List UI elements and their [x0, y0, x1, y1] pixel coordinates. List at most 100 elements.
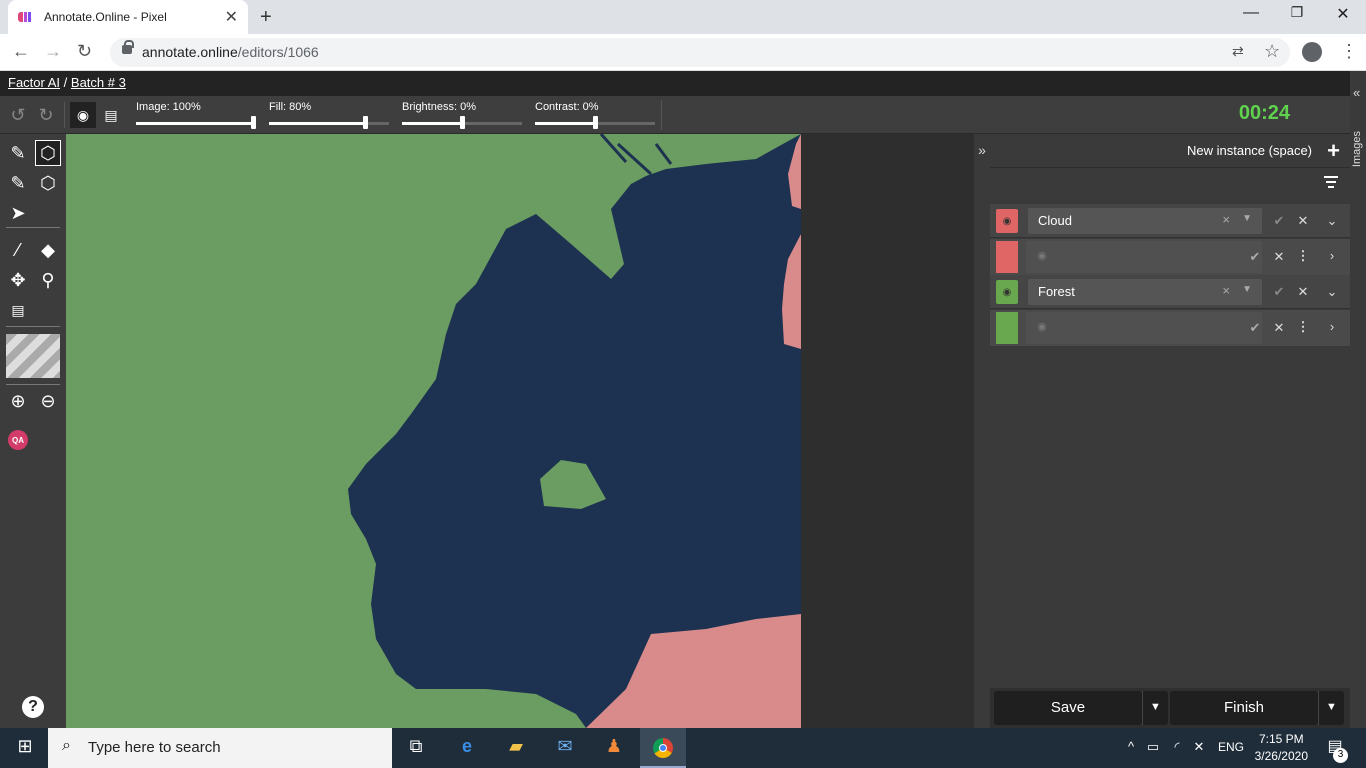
restore-window-button[interactable]: ❐ — [1274, 4, 1320, 21]
minimize-window-button[interactable]: — — [1228, 4, 1274, 22]
images-side-tab[interactable]: « Images — [1350, 71, 1366, 728]
close-window-button[interactable]: ✕ — [1320, 4, 1366, 24]
dropdown-caret-icon[interactable]: ▼ — [1242, 284, 1252, 295]
pin-icon[interactable]: ⚲ — [35, 267, 61, 293]
polygon-add-icon[interactable]: ⬡ — [35, 140, 61, 166]
comment-icon[interactable]: ▤ — [5, 297, 31, 323]
new-tab-button[interactable]: + — [260, 6, 272, 29]
close-tab-icon[interactable]: ✕ — [225, 7, 238, 27]
fill-opacity-label: Fill: 80% — [269, 101, 312, 113]
class-color-swatch[interactable]: ◉ — [996, 280, 1018, 304]
browser-menu-icon[interactable]: ⋮ — [1340, 41, 1358, 62]
class-row-cloud[interactable]: ◉ Cloud × ▼ ✔ ✕ ⌄ — [990, 204, 1350, 238]
select-arrow-icon[interactable]: ➤ — [5, 200, 31, 226]
app-icon[interactable]: ♟ — [601, 736, 627, 760]
chevron-down-icon[interactable]: ⌄ — [1324, 284, 1340, 300]
slider-knob[interactable] — [460, 116, 465, 129]
redo-icon[interactable]: ↻ — [33, 102, 59, 128]
breadcrumb-batch-link[interactable]: Batch # 3 — [71, 75, 126, 90]
fill-opacity-slider[interactable]: Fill: 80% — [269, 101, 389, 129]
edge-browser-icon[interactable]: e — [454, 736, 480, 760]
finish-options-caret-icon[interactable]: ▼ — [1318, 691, 1344, 725]
slider-knob[interactable] — [363, 116, 368, 129]
check-icon[interactable]: ✔ — [1247, 249, 1263, 265]
zoom-in-icon[interactable]: ⊕ — [5, 388, 31, 414]
class-select[interactable]: Forest × ▼ — [1028, 279, 1262, 305]
forward-button[interactable]: → — [44, 41, 62, 62]
eye-icon[interactable]: ◉ — [1034, 249, 1050, 262]
volume-muted-icon[interactable]: ✕ — [1186, 739, 1212, 763]
qa-badge[interactable]: QA — [8, 430, 28, 450]
zoom-out-icon[interactable]: ⊖ — [35, 388, 61, 414]
instance-box[interactable]: ◉ — [1026, 312, 1262, 344]
file-explorer-icon[interactable]: ▰ — [503, 736, 529, 760]
taskbar-clock[interactable]: 7:15 PM 3/26/2020 — [1255, 731, 1308, 765]
class-select[interactable]: Cloud × ▼ — [1028, 208, 1262, 234]
check-icon[interactable]: ✔ — [1271, 213, 1287, 229]
class-row-forest[interactable]: ◉ Forest × ▼ ✔ ✕ ⌄ — [990, 275, 1350, 309]
save-button[interactable]: Save — [994, 691, 1142, 725]
eye-icon[interactable]: ◉ — [1034, 320, 1050, 333]
slider-knob[interactable] — [251, 116, 256, 129]
contrast-slider[interactable]: Contrast: 0% — [535, 101, 655, 129]
finish-button[interactable]: Finish — [1170, 691, 1318, 725]
eraser-icon[interactable]: ◆ — [35, 237, 61, 263]
pattern-swatch[interactable] — [6, 334, 60, 378]
new-instance-bar[interactable]: New instance (space) + — [990, 134, 1350, 168]
address-bar[interactable]: annotate.online/editors/1066 — [110, 38, 1290, 67]
chevron-right-icon[interactable]: › — [1324, 248, 1340, 263]
add-instance-icon[interactable]: + — [1327, 138, 1340, 164]
expand-images-icon[interactable]: « — [1353, 85, 1360, 100]
toggle-comments-icon[interactable]: ▤ — [98, 102, 124, 128]
help-icon[interactable]: ? — [22, 696, 44, 718]
language-indicator[interactable]: ENG — [1218, 740, 1244, 754]
more-options-icon[interactable]: ⋮ — [1295, 319, 1311, 335]
collapse-panel-icon[interactable]: » — [974, 134, 990, 728]
check-icon[interactable]: ✔ — [1271, 284, 1287, 300]
eye-icon[interactable]: ◉ — [1003, 216, 1012, 227]
polygon-erase-icon[interactable]: ⬡ — [35, 170, 61, 196]
move-icon[interactable]: ✥ — [5, 267, 31, 293]
annotation-canvas[interactable] — [66, 134, 801, 728]
tool-divider — [6, 227, 60, 228]
battery-icon[interactable]: ▭ — [1140, 739, 1166, 763]
instance-box[interactable]: ◉ — [1026, 241, 1262, 273]
bookmark-star-icon[interactable]: ☆ — [1264, 41, 1280, 62]
instance-row-cloud[interactable]: ◉ ✔ ✕ ⋮ › — [990, 239, 1350, 275]
undo-icon[interactable]: ↺ — [5, 102, 31, 128]
chevron-right-icon[interactable]: › — [1324, 319, 1340, 334]
mail-icon[interactable]: ✉ — [552, 736, 578, 760]
chrome-taskbar-button[interactable] — [640, 728, 686, 768]
delete-icon[interactable]: ✕ — [1271, 249, 1287, 265]
eyedropper-icon[interactable]: ⁄ — [5, 237, 31, 263]
dropdown-caret-icon[interactable]: ▼ — [1242, 213, 1252, 224]
windows-start-icon[interactable]: ⊞ — [12, 736, 38, 760]
brush-erase-icon[interactable]: ✎ — [5, 170, 31, 196]
taskbar-search-box[interactable]: ⌕ Type here to search — [48, 728, 392, 768]
delete-icon[interactable]: ✕ — [1271, 320, 1287, 336]
toggle-visibility-eye-icon[interactable]: ◉ — [70, 102, 96, 128]
more-options-icon[interactable]: ⋮ — [1295, 248, 1311, 264]
back-button[interactable]: ← — [12, 41, 30, 62]
breadcrumb-org-link[interactable]: Factor AI — [8, 75, 60, 90]
delete-icon[interactable]: ✕ — [1295, 284, 1311, 300]
delete-icon[interactable]: ✕ — [1295, 213, 1311, 229]
translate-icon[interactable]: ⇄ — [1232, 43, 1244, 60]
clear-class-icon[interactable]: × — [1222, 283, 1230, 298]
reload-button[interactable]: ↻ — [77, 41, 92, 62]
chevron-down-icon[interactable]: ⌄ — [1324, 213, 1340, 229]
brush-add-icon[interactable]: ✎ — [5, 140, 31, 166]
profile-avatar-icon[interactable] — [1302, 42, 1322, 62]
instance-row-forest[interactable]: ◉ ✔ ✕ ⋮ › — [990, 310, 1350, 346]
browser-tab[interactable]: Annotate.Online - Pixel ✕ — [8, 0, 248, 34]
slider-knob[interactable] — [593, 116, 598, 129]
class-color-swatch[interactable]: ◉ — [996, 209, 1018, 233]
image-opacity-slider[interactable]: Image: 100% — [136, 101, 256, 129]
brightness-slider[interactable]: Brightness: 0% — [402, 101, 522, 129]
filter-icon[interactable] — [1324, 176, 1338, 191]
task-view-icon[interactable]: ⧉ — [403, 736, 429, 760]
save-options-caret-icon[interactable]: ▼ — [1142, 691, 1168, 725]
eye-icon[interactable]: ◉ — [1003, 287, 1012, 298]
check-icon[interactable]: ✔ — [1247, 320, 1263, 336]
clear-class-icon[interactable]: × — [1222, 212, 1230, 227]
